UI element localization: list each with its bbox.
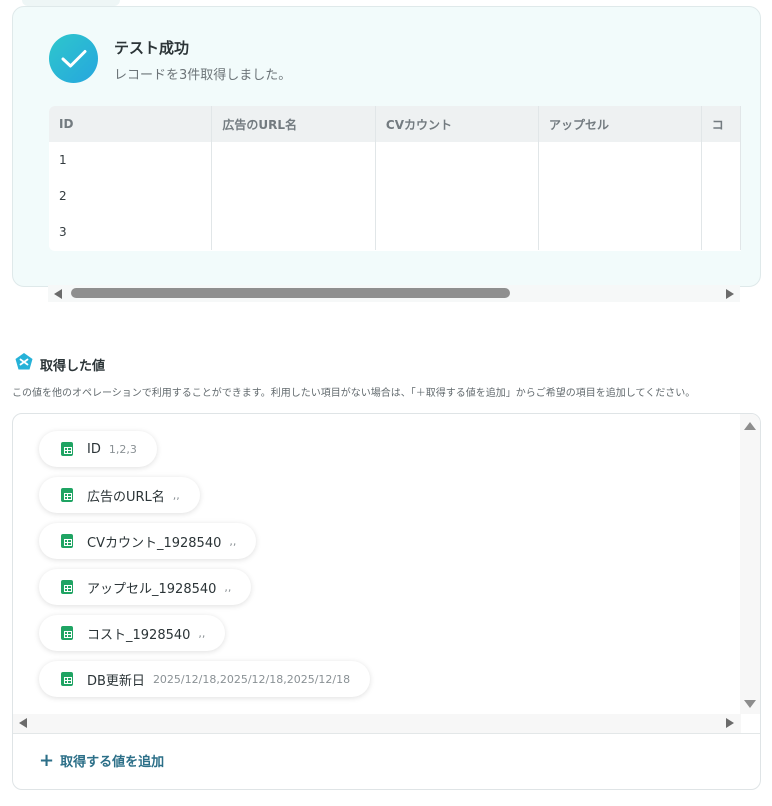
table-cell (375, 178, 540, 214)
table-header-cell: 広告のURL名 (211, 106, 376, 142)
table-cell (375, 214, 540, 250)
table-cell (701, 142, 741, 178)
value-chip-id[interactable]: ID 1,2,3 (39, 431, 157, 467)
spreadsheet-icon (61, 580, 73, 594)
success-title: テスト成功 (114, 39, 190, 57)
result-table: ID 広告のURL名 CVカウント アップセル コ 1 2 3 (49, 106, 741, 251)
success-check-icon (49, 34, 98, 83)
table-header-cell: ID (49, 106, 213, 142)
table-cell (701, 214, 741, 250)
plus-icon: + (39, 749, 55, 771)
retrieved-values-icon (15, 353, 33, 370)
table-cell: 3 (49, 214, 213, 250)
table-header-cell: コ (701, 106, 741, 142)
value-chip-upsell[interactable]: アップセル_1928540 ,, (39, 569, 252, 605)
scroll-up-arrow-icon[interactable] (744, 422, 756, 430)
divider (13, 733, 760, 734)
value-chip-db-updated[interactable]: DB更新日 2025/12/18,2025/12/18,2025/12/18 (39, 661, 371, 697)
values-horizontal-scrollbar[interactable] (13, 714, 741, 733)
spreadsheet-icon (61, 488, 73, 502)
value-chip-ad-url-name[interactable]: 広告のURL名 ,, (39, 477, 200, 513)
table-header-row: ID 広告のURL名 CVカウント アップセル コ (49, 106, 741, 142)
value-chip-value: ,, (172, 488, 180, 502)
value-chip-cost[interactable]: コスト_1928540 ,, (39, 615, 226, 651)
table-cell (211, 178, 376, 214)
value-chip-label: コスト_1928540 (87, 627, 191, 643)
table-cell: 2 (49, 178, 213, 214)
table-cell (538, 214, 702, 250)
scroll-right-arrow-icon[interactable] (726, 718, 734, 728)
spreadsheet-icon (61, 442, 73, 456)
value-chip-label: ID (87, 441, 101, 457)
success-subtitle: レコードを3件取得しました。 (114, 68, 292, 83)
table-cell (538, 142, 702, 178)
value-chip-value: 2025/12/18,2025/12/18,2025/12/18 (152, 672, 351, 686)
value-chip-value: ,, (198, 626, 206, 640)
table-horizontal-scrollbar[interactable] (48, 285, 740, 302)
add-value-label: 取得する値を追加 (60, 755, 165, 770)
table-cell (211, 214, 376, 250)
table-header-cell: CVカウント (375, 106, 540, 142)
test-success-panel: テスト成功 レコードを3件取得しました。 ID 広告のURL名 CVカウント ア… (12, 6, 761, 287)
values-vertical-scrollbar[interactable] (740, 414, 760, 714)
table-cell (211, 142, 376, 178)
scroll-left-arrow-icon[interactable] (54, 289, 62, 299)
table-header-cell: アップセル (538, 106, 702, 142)
value-chip-label: CVカウント_1928540 (87, 535, 222, 551)
value-chip-label: DB更新日 (87, 673, 145, 689)
spreadsheet-icon (61, 672, 73, 686)
table-cell (538, 178, 702, 214)
value-chip-value: 1,2,3 (108, 442, 137, 456)
table-row: 2 (49, 178, 741, 214)
table-cell: 1 (49, 142, 213, 178)
retrieved-values-panel: ID 1,2,3 広告のURL名 ,, CVカウント_1928540 ,, アッ… (12, 413, 761, 790)
scroll-right-arrow-icon[interactable] (726, 289, 734, 299)
scroll-left-arrow-icon[interactable] (19, 718, 27, 728)
table-cell (701, 178, 741, 214)
spreadsheet-icon (61, 626, 73, 640)
add-value-button[interactable]: + 取得する値を追加 (39, 751, 164, 770)
value-chip-label: 広告のURL名 (87, 489, 165, 505)
value-chip-value: ,, (229, 534, 237, 548)
section-title: 取得した値 (40, 359, 106, 374)
value-chip-cv-count[interactable]: CVカウント_1928540 ,, (39, 523, 257, 559)
table-cell (375, 142, 540, 178)
value-chip-value: ,, (224, 580, 232, 594)
scrollbar-thumb[interactable] (71, 288, 510, 298)
scroll-down-arrow-icon[interactable] (744, 700, 756, 708)
value-chip-label: アップセル_1928540 (87, 581, 217, 597)
spreadsheet-icon (61, 534, 73, 548)
table-row: 1 (49, 142, 741, 178)
table-row: 3 (49, 214, 741, 250)
section-description: この値を他のオペレーションで利用することができます。利用したい項目がない場合は、… (12, 388, 696, 399)
